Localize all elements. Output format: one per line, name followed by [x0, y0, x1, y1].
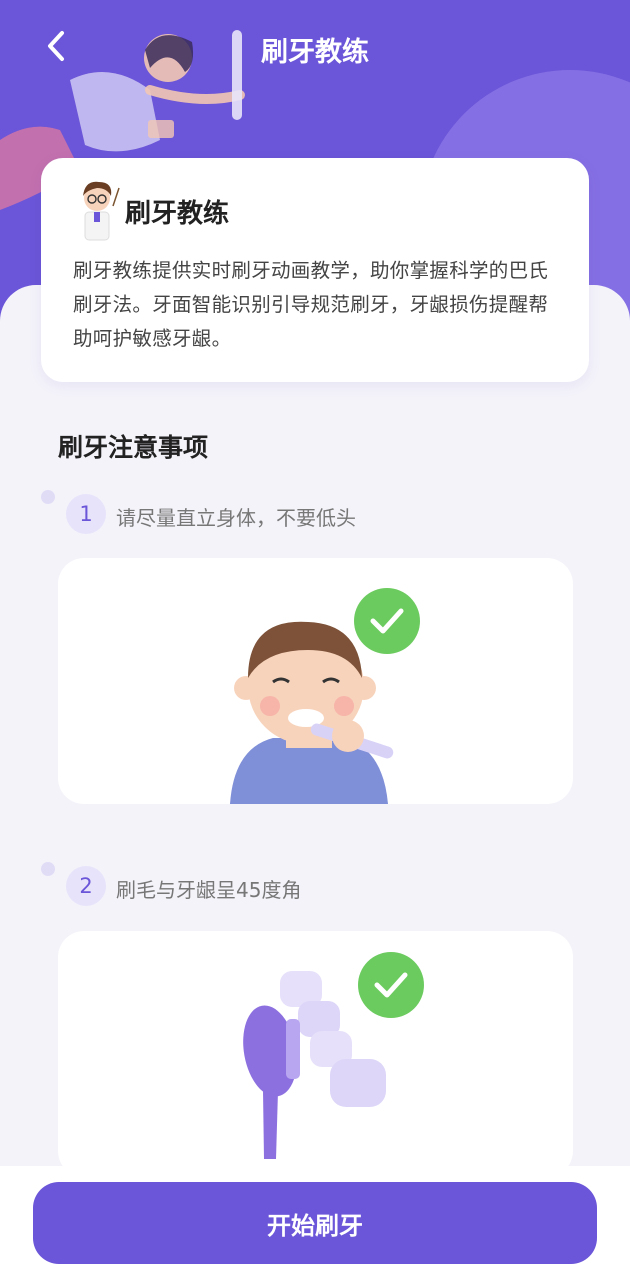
- timeline-dot: [41, 862, 55, 876]
- toothbrush-teeth-illustration: [243, 971, 386, 1159]
- step-illustration-card: [58, 558, 573, 804]
- step-text: 刷毛与牙龈呈45度角: [116, 878, 302, 902]
- intro-description: 刷牙教练提供实时刷牙动画教学，助你掌握科学的巴氏刷牙法。牙面智能识别引导规范刷牙…: [73, 259, 549, 350]
- step-number: 1: [66, 494, 106, 534]
- step-number: 2: [66, 866, 106, 906]
- check-icon: [354, 588, 420, 654]
- step-illustration-card: [58, 931, 573, 1177]
- intro-card: 刷牙教练 刷牙教练提供实时刷牙动画教学，助你掌握科学的巴氏刷牙法。牙面智能识别引…: [41, 158, 589, 382]
- boy-brushing-teeth-illustration: [230, 621, 394, 804]
- page-title: 刷牙教练: [261, 37, 369, 68]
- doctor-avatar-icon: [83, 181, 120, 241]
- start-brushing-button[interactable]: 开始刷牙: [33, 1182, 597, 1264]
- step-text: 请尽量直立身体，不要低头: [116, 506, 356, 530]
- check-icon: [358, 952, 424, 1018]
- section-title: 刷牙注意事项: [58, 433, 209, 462]
- intro-title: 刷牙教练: [125, 198, 230, 229]
- timeline-dot: [41, 490, 55, 504]
